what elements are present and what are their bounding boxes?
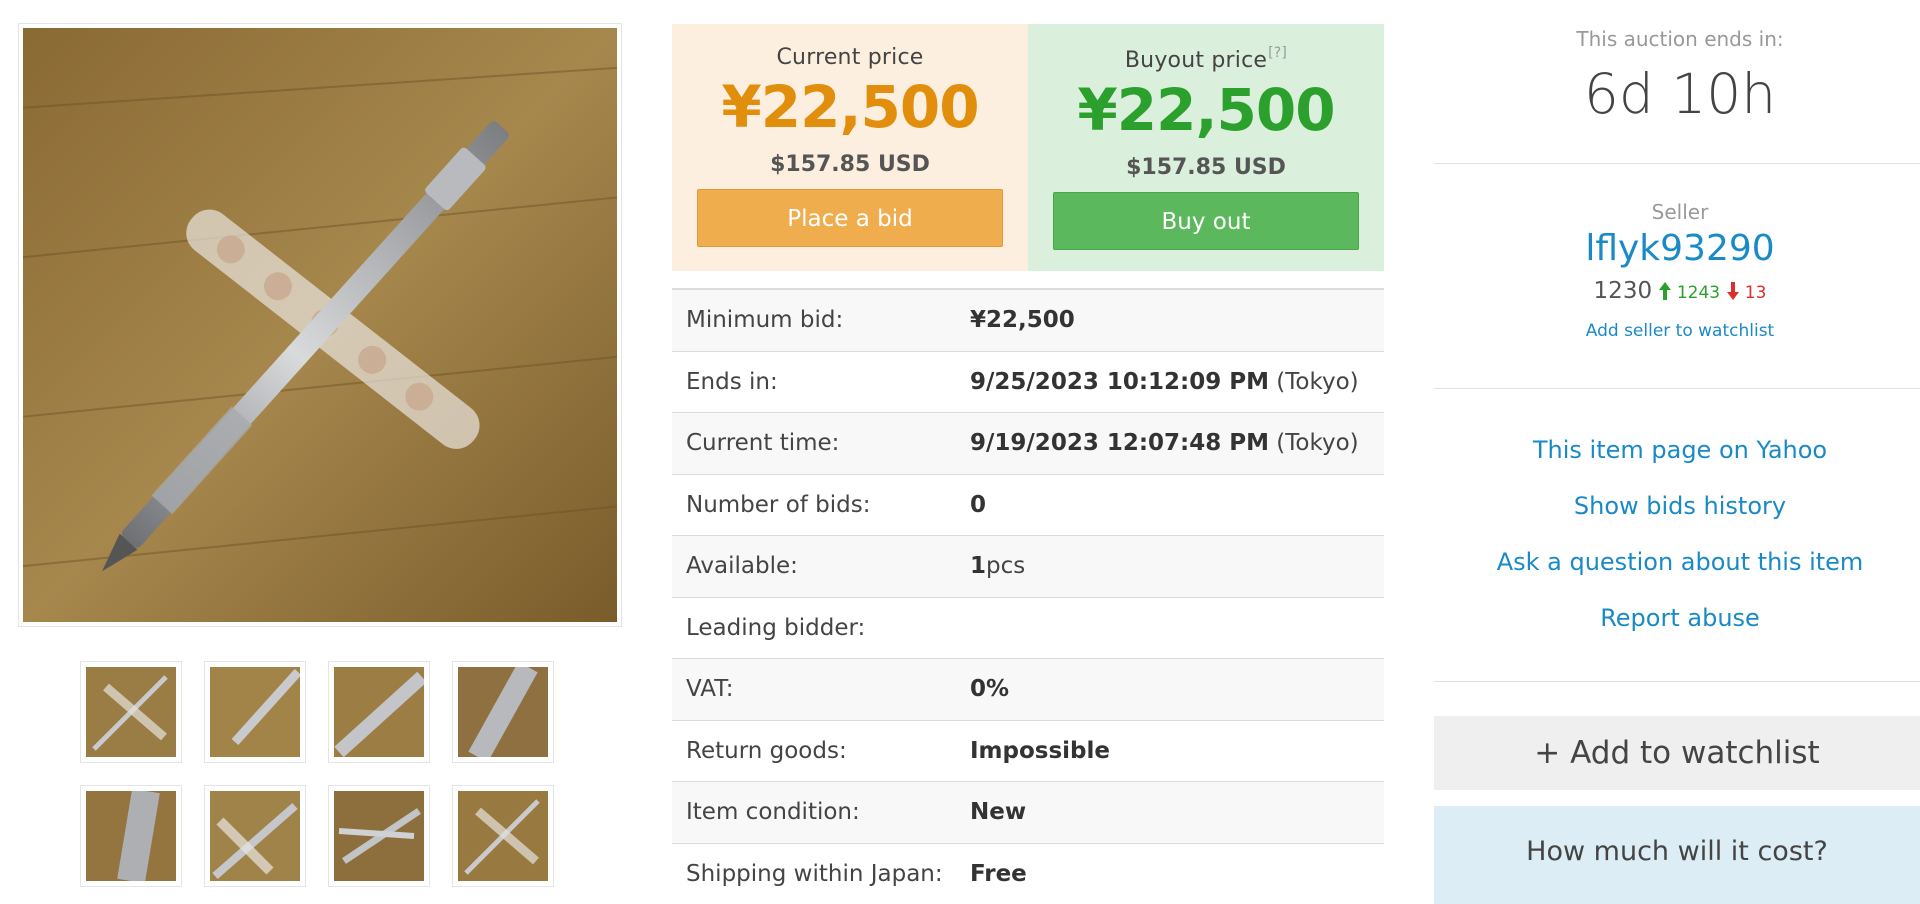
thumbnail[interactable]	[204, 661, 306, 763]
detail-label: Leading bidder:	[686, 614, 866, 641]
arrow-up-icon	[1659, 282, 1672, 300]
detail-suffix: (Tokyo)	[1269, 368, 1359, 395]
buyout-price-panel: Buyout price[?] ¥22,500 $157.85 USD Buy …	[1028, 24, 1384, 271]
divider	[1434, 388, 1920, 389]
detail-row-shipping: Shipping within Japan: Free	[672, 843, 1384, 904]
seller-rating: 1230 1243 13	[1434, 278, 1920, 304]
thumbnail[interactable]	[80, 785, 182, 887]
current-price-panel: Current price ¥22,500 $157.85 USD Place …	[672, 24, 1028, 271]
detail-row-number-of-bids: Number of bids: 0	[672, 474, 1384, 536]
detail-row-current-time: Current time: 9/19/2023 12:07:48 PM (Toky…	[672, 413, 1384, 475]
detail-value: 9/19/2023 12:07:48 PM	[970, 430, 1269, 457]
buyout-price-usd: $157.85 USD	[1126, 155, 1286, 180]
buyout-price-label-wrap: Buyout price[?]	[1028, 45, 1384, 73]
divider	[1434, 681, 1920, 682]
detail-suffix: (Tokyo)	[1269, 430, 1359, 457]
main-product-photo[interactable]	[18, 23, 622, 627]
auction-countdown: 6d 10h	[1583, 62, 1777, 126]
thumbnail[interactable]	[328, 785, 430, 887]
negative-rating: 13	[1727, 282, 1767, 303]
detail-row-vat: VAT: 0%	[672, 659, 1384, 721]
detail-label: Shipping within Japan:	[686, 860, 943, 887]
detail-row-minimum-bid: Minimum bid: ¥22,500	[672, 290, 1384, 352]
detail-row-return-goods: Return goods: Impossible	[672, 720, 1384, 782]
thumbnail[interactable]	[204, 785, 306, 887]
detail-value: 0%	[970, 676, 1010, 703]
current-price-usd: $157.85 USD	[770, 152, 930, 177]
seller-label: Seller	[1651, 200, 1709, 224]
current-price-amount: ¥22,500	[721, 73, 979, 141]
seller-name-link[interactable]: lflyk93290	[1434, 228, 1920, 269]
detail-value: Impossible	[970, 737, 1110, 764]
detail-label: Ends in:	[686, 368, 778, 395]
current-price-label: Current price	[776, 45, 924, 70]
buyout-price-label: Buyout price	[1124, 48, 1268, 73]
buy-out-button[interactable]: Buy out	[1053, 192, 1359, 250]
add-seller-watchlist-link[interactable]: Add seller to watchlist	[1434, 321, 1920, 341]
detail-label: Return goods:	[686, 737, 847, 764]
detail-suffix: pcs	[986, 553, 1026, 580]
cost-calculator-panel: How much will it cost?	[1434, 806, 1920, 904]
cost-calculator-title: How much will it cost?	[1526, 836, 1828, 867]
detail-row-available: Available: 1pcs	[672, 536, 1384, 598]
yahoo-item-page-link[interactable]: This item page on Yahoo	[1434, 436, 1920, 464]
positive-rating: 1243	[1659, 282, 1721, 303]
detail-row-ends-in: Ends in: 9/25/2023 10:12:09 PM (Tokyo)	[672, 351, 1384, 413]
detail-value: Free	[970, 860, 1027, 887]
detail-value: ¥22,500	[970, 307, 1075, 334]
detail-label: Item condition:	[686, 799, 860, 826]
rating-total: 1230	[1593, 278, 1653, 304]
buyout-price-amount: ¥22,500	[1077, 76, 1335, 144]
auction-details-table: Minimum bid: ¥22,500 Ends in: 9/25/2023 10…	[672, 288, 1384, 904]
report-abuse-link[interactable]: Report abuse	[1434, 604, 1920, 632]
thumbnail[interactable]	[452, 785, 554, 887]
thumbnail[interactable]	[80, 661, 182, 763]
buyout-help-link[interactable]: [?]	[1268, 45, 1287, 61]
detail-row-item-condition: Item condition: New	[672, 782, 1384, 844]
detail-value: 1	[970, 553, 987, 580]
detail-value: 9/25/2023 10:12:09 PM	[970, 368, 1269, 395]
negative-count: 13	[1744, 283, 1767, 303]
ask-question-link[interactable]: Ask a question about this item	[1434, 548, 1920, 576]
detail-label: VAT:	[686, 676, 734, 703]
detail-label: Available:	[686, 553, 798, 580]
positive-count: 1243	[1676, 283, 1721, 303]
detail-value: New	[970, 799, 1027, 826]
thumbnail[interactable]	[328, 661, 430, 763]
thumbnail[interactable]	[452, 661, 554, 763]
detail-value: 0	[970, 491, 987, 518]
place-bid-button[interactable]: Place a bid	[697, 189, 1003, 247]
detail-label: Minimum bid:	[686, 307, 844, 334]
detail-label: Number of bids:	[686, 491, 871, 518]
detail-row-leading-bidder: Leading bidder:	[672, 597, 1384, 659]
bids-history-link[interactable]: Show bids history	[1434, 492, 1920, 520]
add-to-watchlist-button[interactable]: + Add to watchlist	[1434, 716, 1920, 790]
auction-ends-label: This auction ends in:	[1576, 27, 1784, 51]
detail-label: Current time:	[686, 430, 840, 457]
divider	[1434, 163, 1920, 164]
pencil-photo-image	[23, 28, 617, 622]
arrow-down-icon	[1727, 282, 1740, 300]
